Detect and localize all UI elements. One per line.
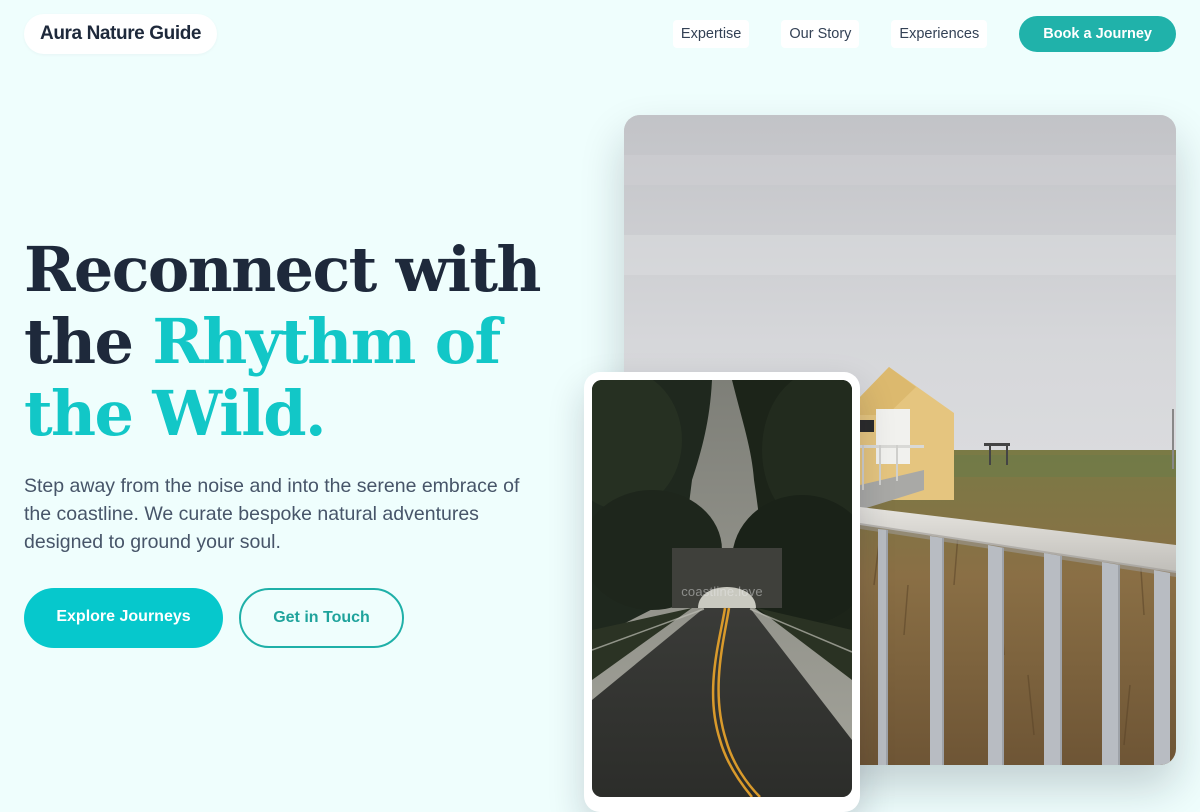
hero-title-line2-plain: the: [24, 305, 153, 378]
explore-journeys-button[interactable]: Explore Journeys: [24, 588, 223, 648]
hero-inset-image: coastline.love: [592, 380, 852, 797]
nav-link-expertise[interactable]: Expertise: [672, 20, 750, 48]
brand-logo[interactable]: Aura Nature Guide: [24, 14, 218, 54]
hero-title: Reconnect with the Rhythm of the Wild.: [24, 233, 542, 450]
inset-image-frame: coastline.love: [584, 372, 860, 812]
hero-title-line1: Reconnect with: [24, 233, 542, 306]
inset-image-watermark: coastline.love: [681, 584, 763, 599]
get-in-touch-button[interactable]: Get in Touch: [239, 588, 404, 648]
nav-link-our-story[interactable]: Our Story: [781, 20, 860, 48]
hero-subtitle: Step away from the noise and into the se…: [24, 475, 520, 553]
nav-link-experiences[interactable]: Experiences: [891, 20, 988, 48]
main-nav: Expertise Our Story Experiences Book a J…: [672, 16, 1176, 52]
hero-title-line3-accent: the Wild.: [24, 377, 327, 450]
hero-title-line2-accent: Rhythm of: [152, 305, 501, 378]
book-journey-button[interactable]: Book a Journey: [1019, 16, 1176, 52]
